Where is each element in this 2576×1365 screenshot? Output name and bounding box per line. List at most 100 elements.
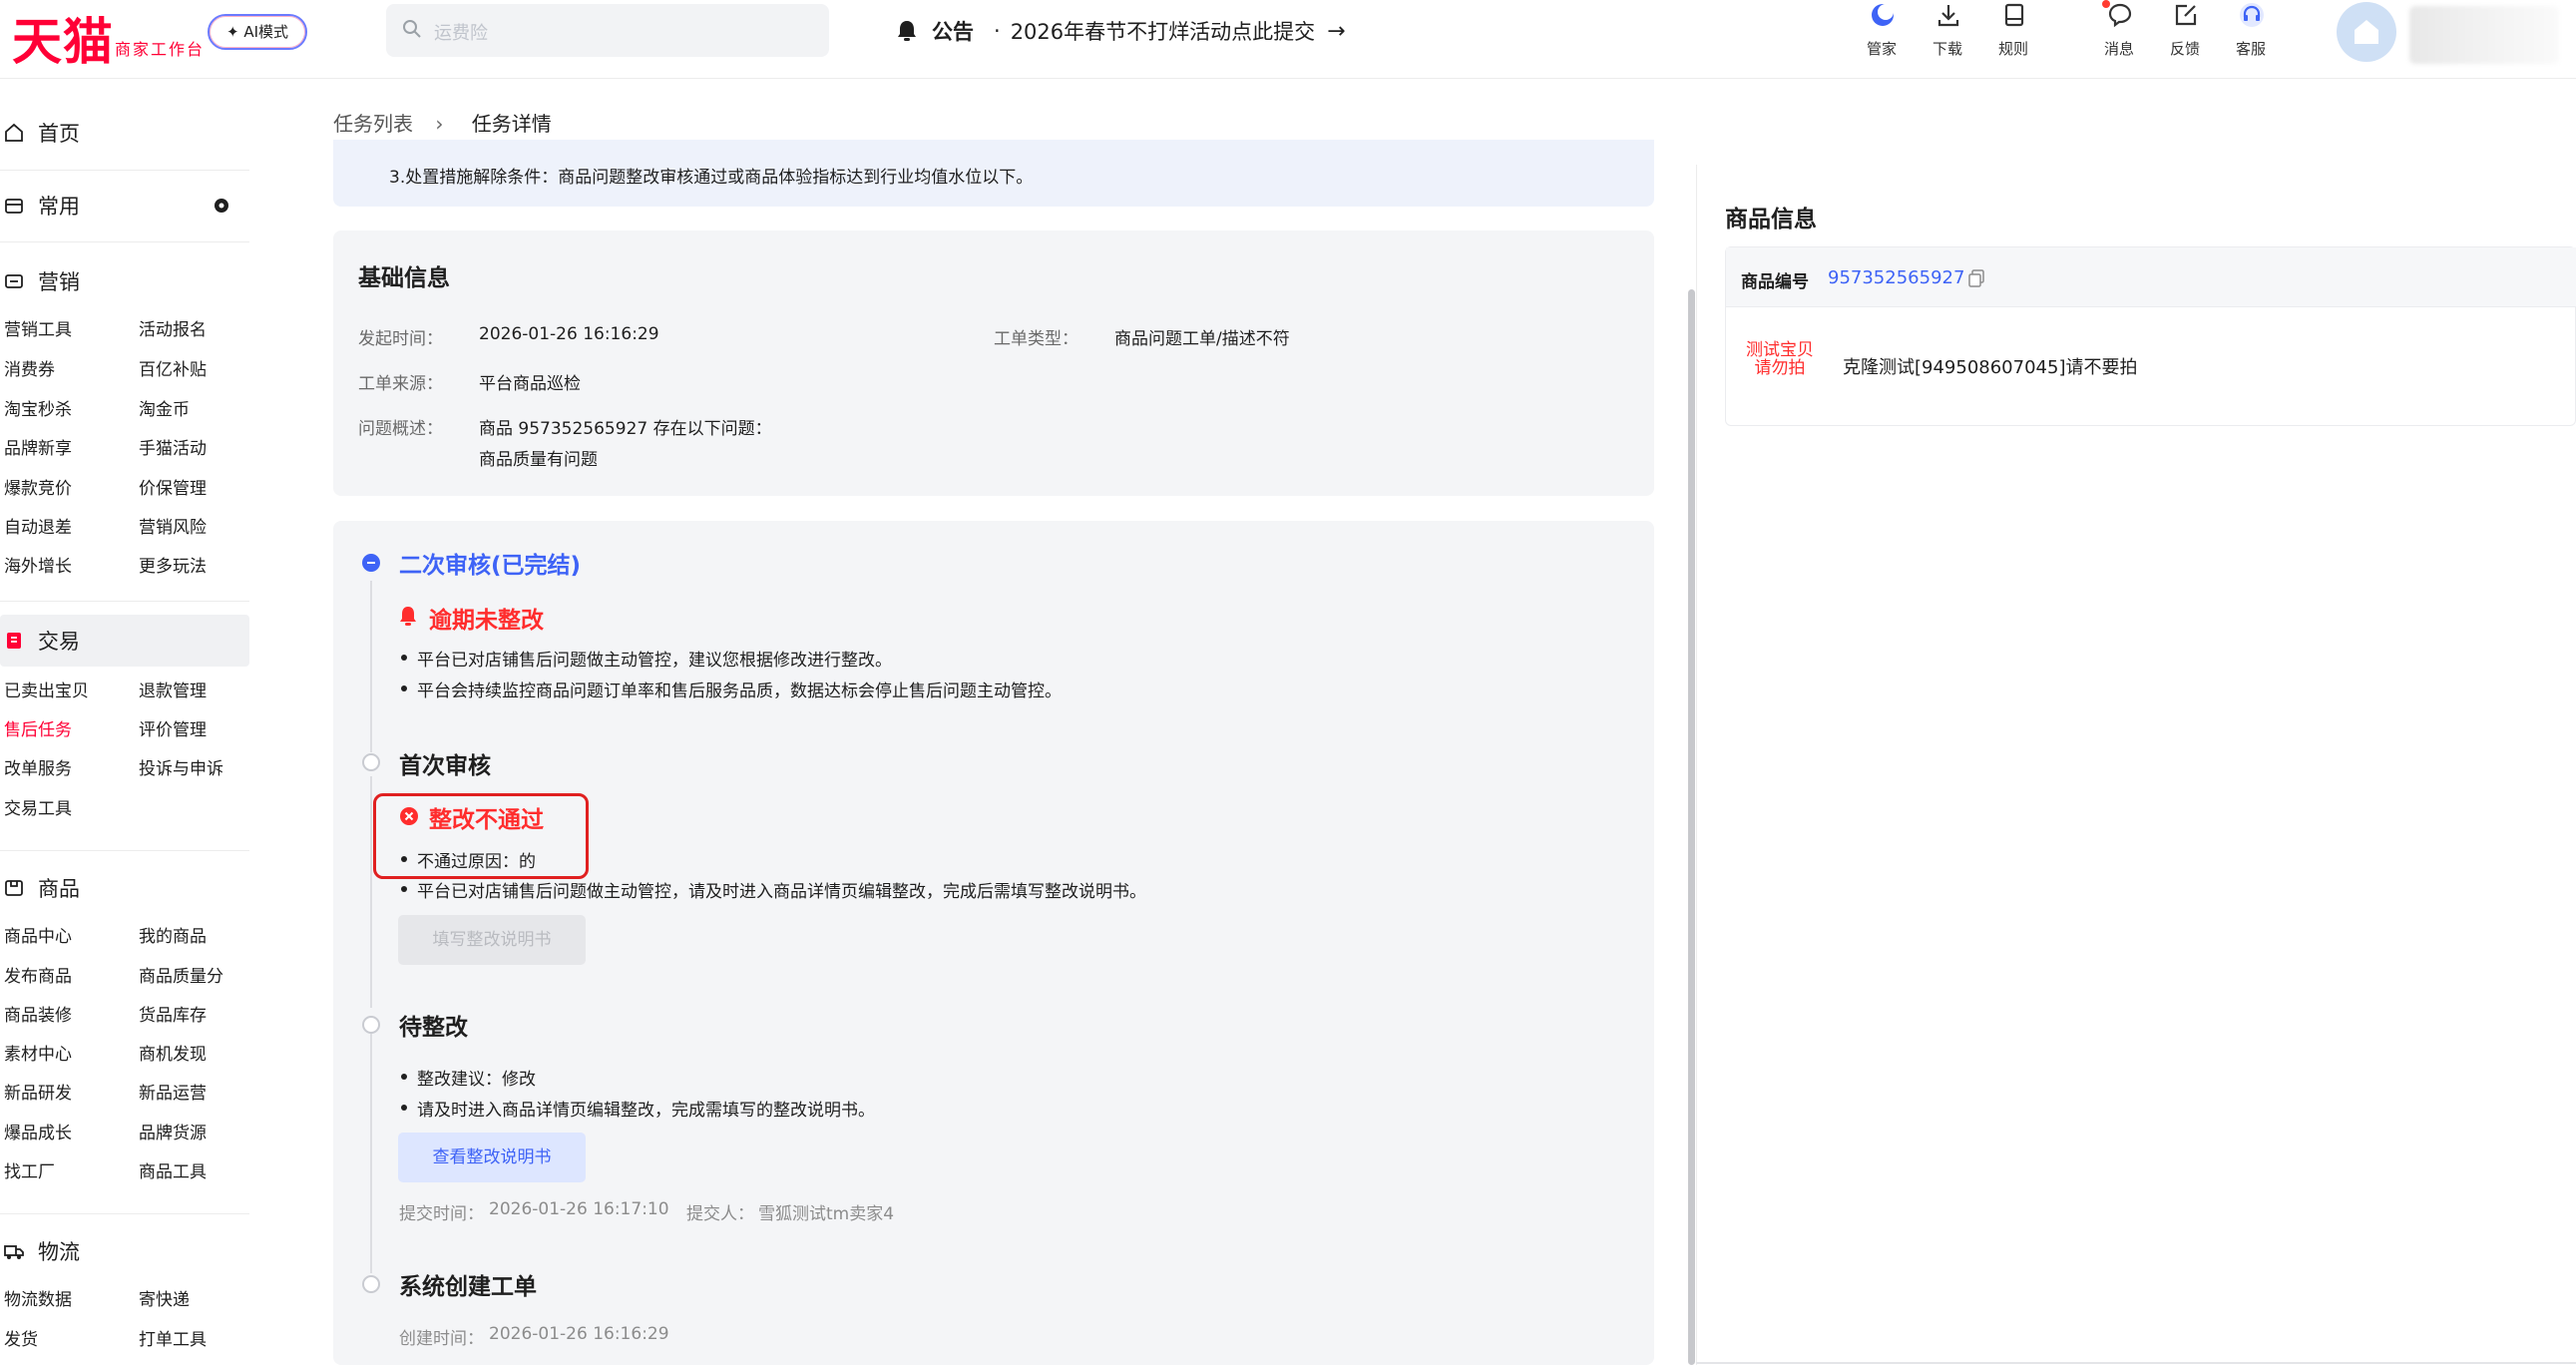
- view-rectification-form-button[interactable]: 查看整改说明书: [398, 1133, 586, 1182]
- sidebar-item[interactable]: 淘金币: [139, 395, 190, 420]
- toolbar-label: 下载: [1932, 40, 1962, 58]
- sidebar-item[interactable]: 手猫活动: [139, 434, 207, 459]
- breadcrumb-separator: ›: [435, 112, 444, 136]
- toolbar-messages[interactable]: 消息: [2089, 0, 2149, 66]
- sidebar-item[interactable]: 价保管理: [139, 474, 207, 499]
- list-item: 平台已对店铺售后问题做主动管控，建议您根据修改进行整改。: [399, 646, 892, 671]
- sidebar-item[interactable]: 商品质量分: [139, 962, 223, 987]
- sidebar-item[interactable]: 商品中心: [4, 922, 72, 947]
- sidebar-section-title: 商品: [38, 877, 80, 901]
- sidebar-item[interactable]: 淘宝秒杀: [4, 395, 72, 420]
- toolbar-label: 消息: [2103, 40, 2134, 58]
- submitter-value: 雪狐测试tm卖家4: [758, 1204, 895, 1224]
- order-type-label: 工单类型：: [994, 329, 1078, 349]
- sidebar-item[interactable]: 找工厂: [4, 1157, 55, 1182]
- sidebar-item[interactable]: 活动报名: [139, 315, 207, 340]
- sidebar-item[interactable]: 已卖出宝贝: [4, 677, 89, 701]
- product-id-link[interactable]: 957352565927: [1828, 267, 1964, 288]
- user-avatar[interactable]: [2337, 2, 2396, 62]
- sidebar-item[interactable]: 商品工具: [139, 1157, 207, 1182]
- gear-icon[interactable]: [213, 197, 230, 215]
- sidebar-item[interactable]: 新品运营: [139, 1079, 207, 1104]
- copy-icon[interactable]: [1967, 269, 1985, 287]
- sidebar-item[interactable]: 交易工具: [4, 794, 72, 819]
- sidebar-divider: [0, 170, 249, 171]
- step-pending-icon: [362, 753, 380, 771]
- sidebar-item[interactable]: 新品研发: [4, 1079, 72, 1104]
- ai-mode-button[interactable]: ✦ AI模式: [208, 14, 307, 50]
- sidebar-section-marketing[interactable]: 营销: [0, 257, 249, 305]
- sidebar-item[interactable]: 爆款竞价: [4, 474, 72, 499]
- search-box[interactable]: 运费险: [386, 4, 829, 57]
- list-item: 整改建议：修改: [399, 1065, 536, 1090]
- sidebar-item[interactable]: 打单工具: [139, 1325, 207, 1350]
- timeline-connector: [370, 1034, 372, 1273]
- sidebar-item[interactable]: 物流数据: [4, 1285, 72, 1310]
- sidebar-item[interactable]: 营销风险: [139, 513, 207, 538]
- breadcrumb-task-list[interactable]: 任务列表: [333, 112, 413, 136]
- announcement-text[interactable]: 2026年春节不打烊活动点此提交: [1011, 16, 1315, 46]
- order-type-value: 商品问题工单/描述不符: [1114, 329, 1290, 349]
- sidebar-item-home[interactable]: 首页: [0, 109, 249, 157]
- arrow-right-icon: →: [1327, 18, 1346, 44]
- toolbar-rules[interactable]: 规则: [1983, 0, 2043, 66]
- list-item: 平台已对店铺售后问题做主动管控，请及时进入商品详情页编辑整改，完成后需填写整改说…: [399, 877, 1146, 902]
- basic-info-card: 基础信息 发起时间： 2026-01-26 16:16:29 工单类型： 商品问…: [333, 230, 1654, 496]
- sidebar-item[interactable]: 评价管理: [139, 715, 207, 740]
- main-scrollbar[interactable]: [1688, 289, 1695, 1365]
- sidebar-item[interactable]: 营销工具: [4, 315, 72, 340]
- sidebar-section-title: 物流: [38, 1240, 80, 1264]
- submitter-label: 提交人：: [686, 1204, 754, 1224]
- announcement-bar[interactable]: 公告 · 2026年春节不打烊活动点此提交 →: [896, 14, 1346, 48]
- summary-line-1: 商品 957352565927 存在以下问题：: [479, 419, 772, 439]
- toolbar-butler[interactable]: 管家: [1852, 0, 1912, 66]
- status-overdue: 逾期未整改: [429, 608, 544, 634]
- toolbar-download[interactable]: 下载: [1918, 0, 1977, 66]
- sidebar-item[interactable]: 海外增长: [4, 552, 72, 577]
- basic-info-title: 基础信息: [358, 265, 450, 291]
- toolbar-label: 反馈: [2169, 40, 2200, 58]
- fill-rectification-form-button[interactable]: 填写整改说明书: [398, 915, 586, 965]
- sidebar-item[interactable]: 我的商品: [139, 922, 207, 947]
- sidebar-item[interactable]: 发布商品: [4, 962, 72, 987]
- sidebar-item[interactable]: 素材中心: [4, 1040, 72, 1065]
- user-name-blurred[interactable]: [2409, 6, 2559, 64]
- product-name[interactable]: 克隆测试[949508607045]请不要拍: [1843, 353, 2137, 379]
- sidebar-item[interactable]: 商品装修: [4, 1001, 72, 1026]
- sidebar-item-after-sale-tasks[interactable]: 售后任务: [4, 715, 72, 740]
- sidebar-section-trade[interactable]: 交易: [0, 615, 249, 667]
- bell-icon: [898, 21, 916, 41]
- sidebar-item[interactable]: 品牌货源: [139, 1119, 207, 1143]
- sidebar-section-logistics[interactable]: 物流: [0, 1227, 249, 1275]
- trade-icon: [7, 633, 21, 649]
- logo-subtitle: 商家工作台: [115, 40, 206, 59]
- list-item: 请及时进入商品详情页编辑整改，完成需填写的整改说明书。: [399, 1096, 875, 1121]
- sidebar-item[interactable]: 更多玩法: [139, 552, 207, 577]
- butler-icon: [1872, 4, 1894, 26]
- sidebar-divider: [0, 1213, 249, 1214]
- sidebar-item[interactable]: 商机发现: [139, 1040, 207, 1065]
- step-pending-icon: [362, 1016, 380, 1034]
- sidebar-item[interactable]: 退款管理: [139, 677, 207, 701]
- toolbar-customer-service[interactable]: 客服: [2221, 0, 2281, 66]
- sidebar-item[interactable]: 消费券: [4, 355, 55, 380]
- sidebar-section-goods[interactable]: 商品: [0, 864, 249, 912]
- sidebar-item[interactable]: 百亿补贴: [139, 355, 207, 380]
- sidebar-item[interactable]: 品牌新享: [4, 434, 72, 459]
- sidebar-item[interactable]: 爆品成长: [4, 1119, 72, 1143]
- highlight-annotation-box: [373, 793, 589, 879]
- sidebar-divider: [0, 601, 249, 602]
- sidebar-item[interactable]: 发货: [4, 1325, 38, 1350]
- tmall-logo[interactable]: 天猫: [12, 2, 114, 74]
- unread-dot: [2102, 0, 2110, 8]
- submit-time-label: 提交时间：: [399, 1204, 484, 1224]
- product-thumbnail[interactable]: 测试宝贝 请勿拍: [1740, 341, 1820, 377]
- sidebar-item[interactable]: 寄快递: [139, 1285, 190, 1310]
- sidebar-item[interactable]: 投诉与申诉: [139, 754, 223, 779]
- sidebar-item[interactable]: 自动退差: [4, 513, 72, 538]
- toolbar-feedback[interactable]: 反馈: [2155, 0, 2215, 66]
- start-time-value: 2026-01-26 16:16:29: [479, 324, 659, 344]
- sidebar-item[interactable]: 改单服务: [4, 754, 72, 779]
- sidebar-item[interactable]: 货品库存: [139, 1001, 207, 1026]
- source-value: 平台商品巡检: [479, 374, 581, 394]
